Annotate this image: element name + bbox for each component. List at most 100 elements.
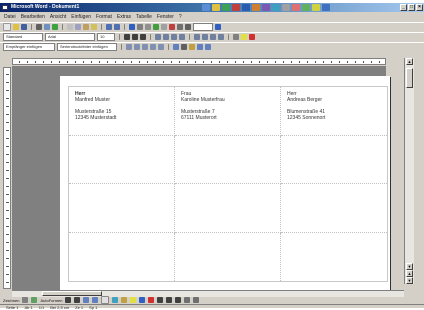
bold-icon[interactable] <box>124 34 130 40</box>
menu-table[interactable]: Tabelle <box>136 13 152 21</box>
align-right-icon[interactable] <box>171 34 177 40</box>
vertical-scroll-thumb[interactable] <box>406 68 413 88</box>
previous-page-icon[interactable]: ▲ <box>406 270 413 277</box>
calculator-icon[interactable] <box>282 4 290 11</box>
show-hide-icon[interactable] <box>185 24 191 30</box>
menu-file[interactable]: Datei <box>4 13 16 21</box>
undo-icon[interactable] <box>106 24 112 30</box>
numbering-icon[interactable] <box>194 34 200 40</box>
menu-help[interactable]: ? <box>179 13 182 21</box>
underline-icon[interactable] <box>140 34 146 40</box>
rectangle-icon[interactable] <box>83 297 90 303</box>
menu-view[interactable]: Ansicht <box>50 13 66 21</box>
dash-style-icon[interactable] <box>166 297 173 303</box>
textbox-icon[interactable] <box>101 296 110 304</box>
label-cell-empty[interactable] <box>281 136 387 184</box>
vertical-scrollbar[interactable]: ▲ ▼ ▲ ▼ <box>404 58 414 284</box>
insert-excel-icon[interactable] <box>153 24 159 30</box>
horizontal-ruler[interactable] <box>12 58 386 65</box>
menu-format[interactable]: Format <box>96 13 112 21</box>
highlight-icon[interactable] <box>241 34 247 40</box>
label-cell[interactable]: Herr Manfred Muster Musterstraße 15 1234… <box>69 87 175 136</box>
last-record-icon[interactable] <box>158 44 164 50</box>
line-icon[interactable] <box>65 297 72 303</box>
internet-icon[interactable] <box>272 4 280 11</box>
insert-table-icon[interactable] <box>145 24 151 30</box>
print-icon[interactable] <box>36 24 42 30</box>
select-objects-icon[interactable] <box>22 297 29 303</box>
bullets-icon[interactable] <box>202 34 208 40</box>
menu-tools[interactable]: Extras <box>117 13 131 21</box>
word-taskbar-icon[interactable] <box>242 4 250 11</box>
previous-record-icon[interactable] <box>142 44 148 50</box>
decrease-indent-icon[interactable] <box>210 34 216 40</box>
paste-icon[interactable] <box>83 24 89 30</box>
redo-icon[interactable] <box>114 24 120 30</box>
hyperlink-icon[interactable] <box>129 24 135 30</box>
new-document-icon[interactable] <box>3 23 11 31</box>
label-cell-empty[interactable] <box>281 233 387 282</box>
help-icon[interactable] <box>292 4 300 11</box>
open-icon[interactable] <box>13 24 19 30</box>
label-cell-empty[interactable] <box>69 184 175 233</box>
format-painter-icon[interactable] <box>91 24 97 30</box>
align-left-icon[interactable] <box>155 34 161 40</box>
access-icon[interactable] <box>232 4 240 11</box>
oval-icon[interactable] <box>92 297 99 303</box>
next-record-icon[interactable] <box>150 44 156 50</box>
powerpoint-icon[interactable] <box>252 4 260 11</box>
edit-data-source-icon[interactable] <box>205 44 211 50</box>
fill-color-icon[interactable] <box>130 297 137 303</box>
merge-to-printer-icon[interactable] <box>181 44 187 50</box>
wordart-icon[interactable] <box>112 297 119 303</box>
spelling-icon[interactable] <box>52 24 58 30</box>
drawing-icon[interactable] <box>169 24 175 30</box>
copy-icon[interactable] <box>75 24 81 30</box>
clip-icon[interactable] <box>312 4 320 11</box>
font-size-combo[interactable]: 10 <box>97 33 115 41</box>
shadow-icon[interactable] <box>184 297 191 303</box>
scroll-up-icon[interactable]: ▲ <box>406 58 413 65</box>
excel-icon[interactable] <box>222 4 230 11</box>
label-cell-empty[interactable] <box>175 184 281 233</box>
outlook-icon[interactable] <box>262 4 270 11</box>
arrow-style-icon[interactable] <box>175 297 182 303</box>
merge-to-document-icon[interactable] <box>173 44 179 50</box>
network-icon[interactable] <box>302 4 310 11</box>
italic-icon[interactable] <box>132 34 138 40</box>
justify-icon[interactable] <box>179 34 185 40</box>
label-cell[interactable]: Frau Karoline Musterfrau Musterstraße 7 … <box>175 87 281 136</box>
draw-font-color-icon[interactable] <box>148 297 155 303</box>
explorer-icon[interactable] <box>202 4 210 11</box>
insert-recipients-dropdown[interactable]: Empfänger einfügen <box>3 43 55 51</box>
label-cell-empty[interactable] <box>175 232 281 281</box>
folder-icon[interactable] <box>212 4 220 11</box>
free-rotate-icon[interactable] <box>31 297 38 303</box>
align-center-icon[interactable] <box>163 34 169 40</box>
next-page-icon[interactable]: ▼ <box>406 277 413 284</box>
help-toolbar-icon[interactable] <box>215 24 221 30</box>
label-table[interactable]: Herr Manfred Muster Musterstraße 15 1234… <box>68 86 388 282</box>
document-page[interactable]: Herr Manfred Muster Musterstraße 15 1234… <box>60 76 390 290</box>
draw-menu[interactable]: Zeichnen <box>3 298 19 303</box>
menu-edit[interactable]: Bearbeiten <box>21 13 45 21</box>
menu-window[interactable]: Fenster <box>157 13 174 21</box>
menu-insert[interactable]: Einfügen <box>71 13 91 21</box>
close-button[interactable]: × <box>416 4 423 11</box>
line-color-icon[interactable] <box>139 297 146 303</box>
arrow-icon[interactable] <box>74 297 81 303</box>
view-merged-icon[interactable] <box>126 44 132 50</box>
label-cell-empty[interactable] <box>69 232 175 281</box>
print-preview-icon[interactable] <box>44 24 50 30</box>
zoom-combo[interactable] <box>193 23 213 31</box>
save-icon[interactable] <box>21 24 27 30</box>
tables-borders-icon[interactable] <box>137 24 143 30</box>
autoshapes-menu[interactable]: AutoFormen <box>40 298 62 303</box>
vertical-ruler[interactable] <box>3 67 11 289</box>
3d-icon[interactable] <box>193 297 200 303</box>
style-combo[interactable]: Standard <box>3 33 43 41</box>
font-combo[interactable]: Arial <box>45 33 95 41</box>
desktop-icon[interactable] <box>322 4 330 11</box>
find-record-icon[interactable] <box>197 44 203 50</box>
columns-icon[interactable] <box>161 24 167 30</box>
